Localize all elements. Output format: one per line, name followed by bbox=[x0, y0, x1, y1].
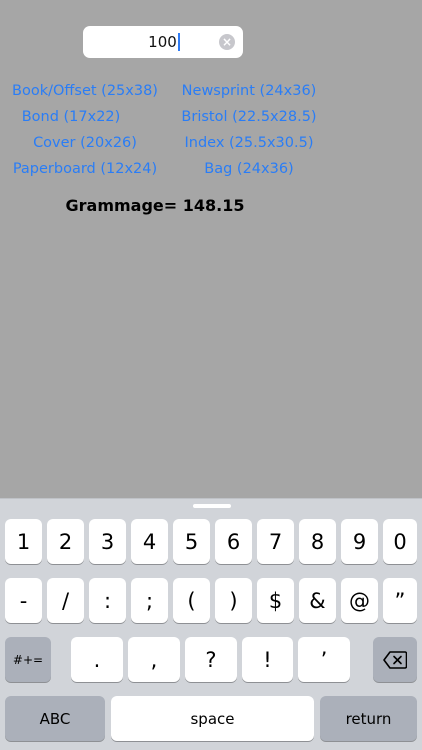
key-9[interactable]: 9 bbox=[341, 519, 378, 564]
numeric-keyboard: 1 2 3 4 5 6 7 8 9 0 - / : ; ( ) $ & @ ” … bbox=[0, 498, 422, 750]
abc-key[interactable]: ABC bbox=[5, 696, 105, 741]
key-apostrophe[interactable]: ’ bbox=[298, 637, 350, 682]
key-exclamation[interactable]: ! bbox=[242, 637, 293, 682]
key-8[interactable]: 8 bbox=[299, 519, 336, 564]
key-quote[interactable]: ” bbox=[383, 578, 417, 623]
weight-input-text[interactable]: 100 bbox=[148, 33, 177, 51]
app-screen: 100 × Book/Offset (25x38) Newsprint (24x… bbox=[0, 0, 422, 498]
text-caret bbox=[177, 33, 180, 51]
key-close-paren[interactable]: ) bbox=[215, 578, 252, 623]
key-at[interactable]: @ bbox=[341, 578, 378, 623]
symbols-shift-key[interactable]: #+= bbox=[5, 637, 51, 682]
key-slash[interactable]: / bbox=[47, 578, 84, 623]
weight-input[interactable]: 100 × bbox=[83, 26, 243, 58]
key-5[interactable]: 5 bbox=[173, 519, 210, 564]
key-open-paren[interactable]: ( bbox=[173, 578, 210, 623]
backspace-key[interactable] bbox=[373, 637, 417, 682]
key-hyphen[interactable]: - bbox=[5, 578, 42, 623]
cover-button[interactable]: Cover (20x26) bbox=[33, 135, 137, 151]
key-7[interactable]: 7 bbox=[257, 519, 294, 564]
backspace-icon bbox=[383, 650, 407, 669]
key-3[interactable]: 3 bbox=[89, 519, 126, 564]
keyboard-grabber[interactable] bbox=[193, 504, 231, 508]
key-comma[interactable]: , bbox=[128, 637, 180, 682]
bag-button[interactable]: Bag (24x36) bbox=[204, 161, 293, 177]
key-4[interactable]: 4 bbox=[131, 519, 168, 564]
key-ampersand[interactable]: & bbox=[299, 578, 336, 623]
paperboard-button[interactable]: Paperboard (12x24) bbox=[13, 161, 157, 177]
clear-icon[interactable]: × bbox=[219, 34, 235, 50]
space-key[interactable]: space bbox=[111, 696, 314, 741]
key-6[interactable]: 6 bbox=[215, 519, 252, 564]
key-dollar[interactable]: $ bbox=[257, 578, 294, 623]
grammage-result: Grammage= 148.15 bbox=[65, 196, 245, 215]
index-button[interactable]: Index (25.5x30.5) bbox=[185, 135, 314, 151]
bond-button[interactable]: Bond (17x22) bbox=[22, 109, 121, 125]
newsprint-button[interactable]: Newsprint (24x36) bbox=[182, 83, 317, 99]
key-0[interactable]: 0 bbox=[383, 519, 417, 564]
key-period[interactable]: . bbox=[71, 637, 123, 682]
bristol-button[interactable]: Bristol (22.5x28.5) bbox=[181, 109, 316, 125]
key-question[interactable]: ? bbox=[185, 637, 237, 682]
return-key[interactable]: return bbox=[320, 696, 417, 741]
book-offset-button[interactable]: Book/Offset (25x38) bbox=[12, 83, 158, 99]
key-semicolon[interactable]: ; bbox=[131, 578, 168, 623]
key-colon[interactable]: : bbox=[89, 578, 126, 623]
key-1[interactable]: 1 bbox=[5, 519, 42, 564]
key-2[interactable]: 2 bbox=[47, 519, 84, 564]
